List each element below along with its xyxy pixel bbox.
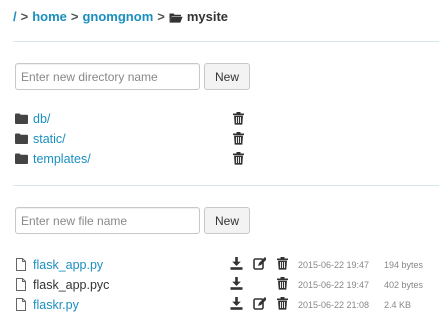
- edit-icon[interactable]: [253, 297, 266, 310]
- file-size: 402 bytes: [384, 280, 424, 290]
- new-directory-form: New: [15, 63, 250, 90]
- trash-icon[interactable]: [233, 132, 244, 145]
- breadcrumb-current-label: mysite: [186, 9, 229, 24]
- directory-row-static: static/: [15, 131, 255, 147]
- edit-icon[interactable]: [253, 257, 266, 270]
- file-row-flask-app-py: flask_app.py 2015-06-22 19:47 194 bytes: [15, 257, 435, 273]
- file-icon: [16, 258, 26, 271]
- file-icon: [16, 298, 26, 311]
- directory-row-templates: templates/: [15, 151, 255, 167]
- directory-row-db: db/: [15, 111, 255, 127]
- folder-icon: [15, 113, 28, 124]
- breadcrumb-separator: >: [157, 9, 165, 24]
- directory-link[interactable]: templates/: [33, 151, 91, 167]
- new-file-input[interactable]: [15, 207, 200, 234]
- file-icon: [16, 278, 26, 291]
- file-modified-date: 2015-06-22 19:47: [298, 280, 370, 290]
- folder-icon: [15, 133, 28, 144]
- new-directory-button[interactable]: New: [204, 63, 250, 90]
- trash-icon[interactable]: [233, 112, 244, 125]
- file-size: 2.4 KB: [384, 300, 412, 310]
- trash-icon[interactable]: [277, 277, 288, 290]
- section-divider: [13, 185, 439, 186]
- breadcrumb-root-link[interactable]: /: [13, 8, 17, 26]
- file-link[interactable]: flask_app.py: [33, 257, 103, 273]
- trash-icon[interactable]: [277, 297, 288, 310]
- file-modified-date: 2015-06-22 21:08: [298, 300, 370, 310]
- download-icon[interactable]: [230, 297, 243, 310]
- breadcrumb-current: mysite: [169, 8, 228, 26]
- breadcrumb-link-user[interactable]: gnomgnom: [82, 8, 153, 26]
- directory-link[interactable]: db/: [33, 111, 50, 127]
- file-modified-date: 2015-06-22 19:47: [298, 260, 370, 270]
- breadcrumb-link-home[interactable]: home: [32, 8, 67, 26]
- new-directory-input[interactable]: [15, 63, 200, 90]
- new-file-button[interactable]: New: [204, 207, 250, 234]
- breadcrumb: / > home > gnomgnom > mysite: [13, 8, 228, 26]
- trash-icon[interactable]: [233, 152, 244, 165]
- file-size: 194 bytes: [384, 260, 424, 270]
- new-file-form: New: [15, 207, 250, 234]
- section-divider: [13, 41, 439, 42]
- breadcrumb-separator: >: [20, 9, 29, 24]
- breadcrumb-separator: >: [70, 9, 79, 24]
- directory-link[interactable]: static/: [33, 131, 66, 147]
- download-icon[interactable]: [230, 277, 243, 290]
- trash-icon[interactable]: [277, 257, 288, 270]
- file-row-flaskr-py: flaskr.py 2015-06-22 21:08 2.4 KB: [15, 297, 435, 313]
- folder-icon: [15, 153, 28, 164]
- download-icon[interactable]: [230, 257, 243, 270]
- folder-open-icon: [169, 13, 183, 23]
- file-row-flask-app-pyc: flask_app.pyc 2015-06-22 19:47 402 bytes: [15, 277, 435, 293]
- file-name: flask_app.pyc: [33, 278, 110, 292]
- file-link[interactable]: flaskr.py: [33, 297, 79, 313]
